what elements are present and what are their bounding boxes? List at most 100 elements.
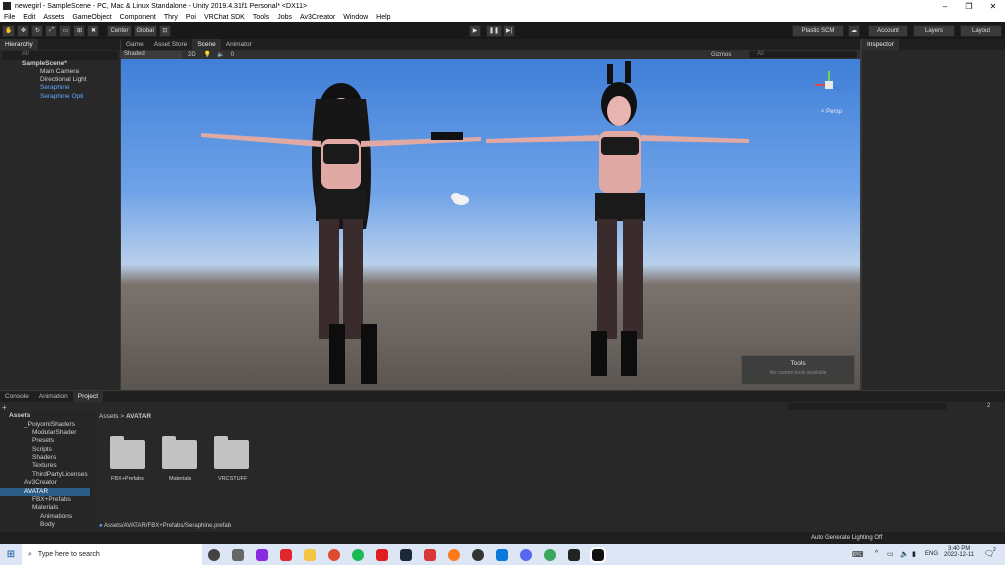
tree-item[interactable]: Av3Creator <box>24 479 57 486</box>
twitch-icon[interactable] <box>256 548 268 561</box>
youtube-icon[interactable] <box>376 548 388 561</box>
start-icon[interactable]: ⊞ <box>0 549 22 560</box>
menu-tools[interactable]: Tools <box>249 14 273 21</box>
tab-asset-store[interactable]: Asset Store <box>149 39 193 50</box>
step-button[interactable]: ▶| <box>503 24 516 37</box>
obs-icon[interactable] <box>472 548 484 561</box>
custom-tool-icon[interactable]: ✖ <box>87 24 100 37</box>
maximize-button[interactable]: ❐ <box>957 0 981 12</box>
rotate-tool-icon[interactable]: ↻ <box>31 24 44 37</box>
menu-edit[interactable]: Edit <box>19 14 39 21</box>
projection-label[interactable]: < Persp <box>821 109 842 115</box>
tab-project[interactable]: Project <box>72 391 103 402</box>
gizmos-dropdown[interactable]: Gizmos <box>711 52 731 58</box>
folder-fbx-prefabs-icon[interactable] <box>110 436 145 469</box>
tray-chevron-icon[interactable]: ^ <box>875 550 878 557</box>
layers-dropdown[interactable]: Layers <box>913 24 955 37</box>
tab-animation[interactable]: Animation <box>34 391 73 402</box>
transform-tool-icon[interactable]: ⊞ <box>73 24 86 37</box>
tab-inspector[interactable]: Inspector <box>862 39 899 50</box>
hierarchy-item-seraphine[interactable]: Seraphine <box>40 84 70 91</box>
menu-poi[interactable]: Poi <box>182 14 200 21</box>
scene-root[interactable]: SampleScene* <box>22 60 67 67</box>
menu-assets[interactable]: Assets <box>39 14 68 21</box>
cortana-icon[interactable] <box>208 548 220 561</box>
audio-toggle-icon[interactable]: 🔈 <box>217 51 224 58</box>
tree-item[interactable]: Materials <box>32 504 58 511</box>
folder-fbx-prefabs-label[interactable]: FBX+Prefabs <box>111 476 144 482</box>
shield-icon[interactable] <box>424 548 436 561</box>
project-search-input[interactable] <box>788 403 946 410</box>
brave-icon[interactable] <box>280 548 292 561</box>
menu-component[interactable]: Component <box>116 14 160 21</box>
tree-item[interactable]: Shaders <box>32 454 56 461</box>
fx-count[interactable]: 0 <box>231 52 234 58</box>
tree-item[interactable]: _PoiyomiShaders <box>24 421 75 428</box>
pivot-global-button[interactable]: Global <box>133 24 157 37</box>
spotify-icon[interactable] <box>352 548 364 561</box>
mail-icon[interactable] <box>496 548 508 561</box>
folder-materials-label[interactable]: Materials <box>169 476 191 482</box>
hierarchy-item-seraphine-opti[interactable]: Seraphine Opti <box>40 93 83 100</box>
scene-search-input[interactable]: All <box>749 51 857 58</box>
breadcrumb-avatar[interactable]: AVATAR <box>126 413 151 420</box>
2d-toggle[interactable]: 2D <box>188 52 196 58</box>
discord-icon[interactable] <box>520 548 532 561</box>
tree-item[interactable]: Animations <box>40 513 72 520</box>
menu-av3creator[interactable]: Av3Creator <box>296 14 339 21</box>
snap-icon[interactable]: ⊡ <box>158 24 171 37</box>
steam-icon[interactable] <box>400 548 412 561</box>
menu-help[interactable]: Help <box>372 14 394 21</box>
tab-hierarchy[interactable]: Hierarchy <box>0 39 38 50</box>
tab-console[interactable]: Console <box>0 391 34 402</box>
taskbar-search-input[interactable]: ⌕ Type here to search <box>22 544 202 565</box>
unity-hub-icon[interactable] <box>568 548 580 561</box>
account-dropdown[interactable]: Account <box>868 24 908 37</box>
task-view-icon[interactable] <box>232 548 244 561</box>
menu-gameobject[interactable]: GameObject <box>68 14 115 21</box>
breadcrumb-assets[interactable]: Assets <box>99 413 119 420</box>
unity-editor-icon[interactable] <box>590 546 606 563</box>
move-tool-icon[interactable]: ✥ <box>17 24 30 37</box>
volume-icon[interactable]: 🔈 <box>900 550 909 558</box>
pause-button[interactable]: ❚❚ <box>486 24 503 37</box>
discord-ptb-icon[interactable] <box>544 548 556 561</box>
cloud-icon[interactable]: ☁ <box>848 24 860 37</box>
pivot-center-button[interactable]: Center <box>107 24 132 37</box>
hand-tool-icon[interactable]: ✋ <box>2 24 16 37</box>
tree-item[interactable]: AVATAR <box>24 488 48 495</box>
hidden-packages-count[interactable]: 2 <box>987 403 990 409</box>
tab-game[interactable]: Game <box>121 39 149 50</box>
chrome-icon[interactable] <box>328 548 340 561</box>
tree-item[interactable]: Assets <box>9 412 30 419</box>
lighting-status[interactable]: Auto Generate Lighting Off <box>811 535 882 541</box>
tree-item[interactable]: FBX+Prefabs <box>32 496 71 503</box>
tree-item[interactable]: Presets <box>32 437 54 444</box>
layout-dropdown[interactable]: Layout <box>960 24 1002 37</box>
hierarchy-item-directional-light[interactable]: Directional Light <box>40 76 87 83</box>
tree-item[interactable]: Body <box>40 521 55 528</box>
shading-mode-dropdown[interactable]: Shaded <box>122 50 182 59</box>
plastic-scm-button[interactable]: Plastic SCM <box>792 24 844 37</box>
menu-file[interactable]: File <box>0 14 19 21</box>
tab-animator[interactable]: Animator <box>221 39 257 50</box>
language-indicator[interactable]: ENG <box>925 551 938 557</box>
folder-materials-icon[interactable] <box>162 436 197 469</box>
scene-viewport[interactable]: < Persp Tools No custom tools available <box>121 59 860 390</box>
tree-item[interactable]: ModularShader <box>32 429 76 436</box>
rect-tool-icon[interactable]: ▭ <box>59 24 72 37</box>
file-explorer-icon[interactable] <box>304 548 316 561</box>
play-button[interactable]: ▶ <box>469 24 481 37</box>
lighting-toggle-icon[interactable]: 💡 <box>204 51 211 58</box>
menu-window[interactable]: Window <box>339 14 372 21</box>
directional-light-icon[interactable] <box>451 193 469 205</box>
menu-thry[interactable]: Thry <box>160 14 182 21</box>
tree-item[interactable]: Textures <box>32 462 57 469</box>
folder-vrcstuff-icon[interactable] <box>214 436 249 469</box>
minimize-button[interactable]: – <box>933 0 957 12</box>
firefox-icon[interactable] <box>448 548 460 561</box>
tree-item[interactable]: ThirdPartyLicenses <box>32 471 88 478</box>
menu-vrchat-sdk[interactable]: VRChat SDK <box>200 14 249 21</box>
close-button[interactable]: ✕ <box>981 0 1005 12</box>
hierarchy-search-input[interactable]: All <box>2 51 118 60</box>
